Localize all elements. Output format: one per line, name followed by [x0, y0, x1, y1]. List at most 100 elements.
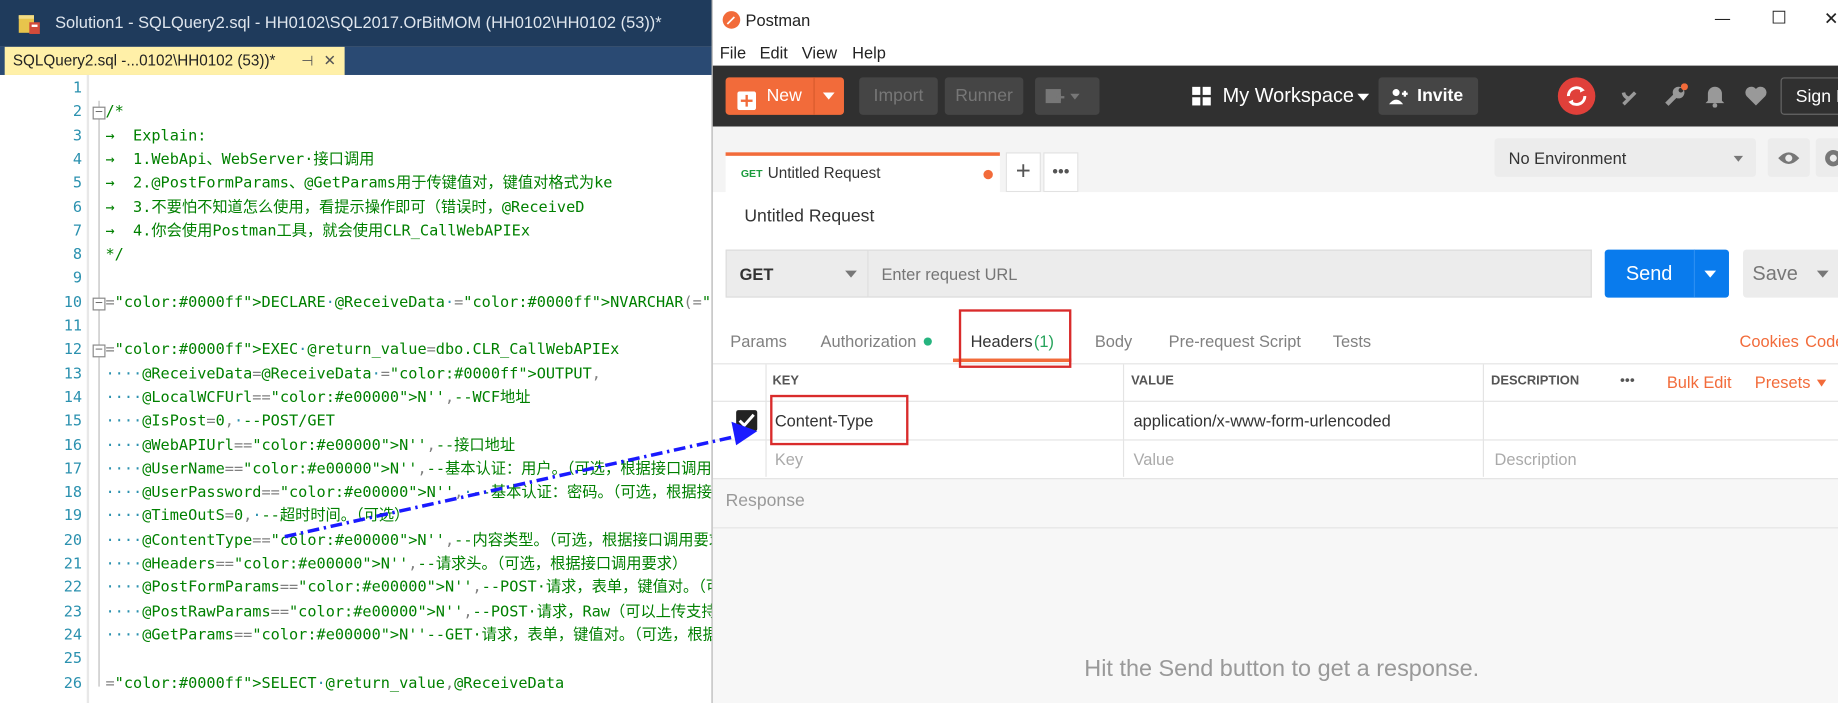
new-window-button[interactable]: [1035, 77, 1100, 115]
environment-settings-button[interactable]: [1815, 138, 1838, 177]
new-description-placeholder[interactable]: Description: [1495, 450, 1577, 469]
code-line[interactable]: 7 → 4.你会使用Postman工具，就会使用CLR_CallWebAPIEx: [0, 220, 712, 243]
code-line[interactable]: 17 ····@UserName=="color:#e00000">N'',--基…: [0, 458, 712, 481]
code-line[interactable]: 10− ="color:#0000ff">DECLARE·@ReceiveData…: [0, 291, 712, 314]
add-tab-button[interactable]: +: [1005, 152, 1041, 193]
request-url-input[interactable]: [868, 249, 1592, 298]
code-line[interactable]: 6 → 3.不要怕不知道怎么使用，看提示操作即可（错误时，@ReceiveD: [0, 196, 712, 219]
code-line[interactable]: 1: [0, 77, 712, 100]
menu-help[interactable]: Help: [852, 43, 886, 62]
new-button[interactable]: New: [725, 77, 844, 115]
code-line[interactable]: 19 ····@TimeOutS=0,·--超时时间。（可选）: [0, 505, 712, 528]
collapse-icon[interactable]: −: [92, 297, 106, 311]
code-line[interactable]: 11: [0, 315, 712, 338]
presets-link[interactable]: Presets: [1755, 373, 1811, 392]
line-number: 20: [63, 531, 83, 550]
code-line[interactable]: 26 ="color:#0000ff">SELECT·@return_value,…: [0, 672, 712, 695]
collapse-icon[interactable]: −: [92, 106, 106, 120]
code-link[interactable]: Code: [1805, 332, 1838, 351]
send-caret-icon[interactable]: [1704, 270, 1717, 278]
bell-icon[interactable]: [1704, 84, 1725, 108]
tab-params[interactable]: Params: [730, 332, 787, 351]
code-line[interactable]: 24 ····@GetParams=="color:#e00000">N''--G…: [0, 624, 712, 647]
menu-view[interactable]: View: [802, 43, 837, 62]
method-select[interactable]: GET: [725, 249, 869, 298]
code-line[interactable]: 9: [0, 268, 712, 291]
line-number: 21: [63, 555, 83, 573]
code-line[interactable]: 21 ····@Headers=="color:#e00000">N'',--请求…: [0, 553, 712, 576]
environment-label: No Environment: [1508, 148, 1627, 168]
presets-caret-icon: [1816, 379, 1827, 387]
code-text: → 1.WebApi、WebServer·接口调用: [105, 151, 375, 169]
code-text: ····@LocalWCFUrl=="color:#e00000">N'',--…: [105, 388, 531, 407]
code-line[interactable]: 8 */: [0, 244, 712, 267]
code-line[interactable]: 4 → 1.WebApi、WebServer·接口调用: [0, 149, 712, 172]
code-line[interactable]: 20 ····@ContentType=="color:#e00000">N'',…: [0, 529, 712, 552]
code-line[interactable]: 12− ="color:#0000ff">EXEC·@return_value=d…: [0, 339, 712, 362]
code-text: ····@PostFormParams=="color:#e00000">N''…: [105, 579, 711, 597]
satellite-icon[interactable]: [1620, 83, 1646, 109]
sync-icon[interactable]: [1557, 77, 1596, 115]
line-number: 5: [72, 174, 83, 193]
ssms-query-tab[interactable]: SQLQuery2.sql -...0102\HH0102 (53))* ⊣ ✕: [4, 46, 345, 75]
tab-body[interactable]: Body: [1095, 332, 1132, 351]
new-key-placeholder[interactable]: Key: [775, 450, 803, 469]
import-button[interactable]: Import: [859, 77, 938, 115]
code-text: ····@GetParams=="color:#e00000">N''--GET…: [105, 626, 711, 645]
save-button[interactable]: Save: [1743, 249, 1838, 298]
table-more-icon[interactable]: •••: [1620, 371, 1635, 387]
code-line[interactable]: 5 → 2.@PostFormParams、@GetParams用于传键值对，键值…: [0, 172, 712, 195]
tab-prerequest-script[interactable]: Pre-request Script: [1169, 332, 1301, 351]
header-enabled-checkbox[interactable]: [736, 410, 758, 432]
menu-edit[interactable]: Edit: [760, 43, 788, 62]
code-line[interactable]: 22 ····@PostFormParams=="color:#e00000">N…: [0, 577, 712, 600]
runner-button[interactable]: Runner: [944, 77, 1024, 115]
eye-icon: [1778, 152, 1800, 165]
close-tab-icon[interactable]: ✕: [324, 47, 337, 75]
code-line[interactable]: 25: [0, 648, 712, 671]
plus-box-icon: [737, 87, 757, 111]
code-line[interactable]: 15 ····@IsPost=0,·--POST/GET: [0, 410, 712, 433]
environment-select[interactable]: No Environment: [1494, 138, 1756, 177]
tab-authorization[interactable]: Authorization: [821, 332, 917, 351]
caret-down-icon[interactable]: [822, 92, 835, 100]
line-number: 13: [63, 365, 83, 383]
send-button[interactable]: Send: [1604, 249, 1729, 298]
code-line[interactable]: 16 ····@WebAPIUrl=="color:#e00000">N'',--…: [0, 434, 712, 457]
tab-more-button[interactable]: •••: [1043, 152, 1079, 193]
tab-tests[interactable]: Tests: [1333, 332, 1371, 351]
heart-icon[interactable]: [1744, 86, 1767, 107]
invite-label: Invite: [1417, 85, 1464, 106]
code-text: → 3.不要怕不知道怎么使用，看提示操作即可（错误时，@ReceiveD: [105, 198, 585, 217]
sign-in-button[interactable]: Sign In: [1780, 77, 1838, 115]
save-caret-icon[interactable]: [1816, 270, 1829, 278]
workspace-selector[interactable]: My Workspace: [1190, 77, 1370, 114]
code-text: ····@ContentType=="color:#e00000">N'',--…: [105, 531, 712, 550]
close-window-icon[interactable]: ✕: [1824, 8, 1838, 29]
line-number: 15: [63, 412, 83, 431]
header-value-cell[interactable]: application/x-www-form-urlencoded: [1134, 411, 1391, 430]
bulk-edit-link[interactable]: Bulk Edit: [1667, 373, 1732, 392]
pin-icon[interactable]: ⊣: [301, 47, 313, 75]
code-line[interactable]: 14 ····@LocalWCFUrl=="color:#e00000">N'',…: [0, 387, 712, 410]
code-line[interactable]: 13 ····@ReceiveData=@ReceiveData·="color:…: [0, 363, 712, 386]
minimize-icon[interactable]: —: [1715, 9, 1730, 27]
postman-window-title: Postman: [745, 10, 811, 30]
code-text: → Explain:: [105, 127, 207, 145]
code-line[interactable]: 3 → Explain:: [0, 125, 712, 148]
new-value-placeholder[interactable]: Value: [1134, 450, 1175, 469]
wrench-icon[interactable]: [1662, 83, 1688, 109]
environment-quicklook-button[interactable]: [1767, 138, 1810, 177]
request-tab[interactable]: GET Untitled Request: [725, 152, 1000, 193]
line-number: 18: [63, 484, 83, 502]
menu-file[interactable]: File: [720, 43, 746, 62]
maximize-icon[interactable]: ☐: [1771, 7, 1787, 28]
cookies-link[interactable]: Cookies: [1740, 332, 1799, 351]
invite-button[interactable]: Invite: [1378, 77, 1479, 115]
collapse-icon[interactable]: −: [92, 344, 106, 358]
code-line[interactable]: 2−/*: [0, 101, 712, 124]
response-divider: [712, 527, 1838, 529]
code-line[interactable]: 18 ····@UserPassword=="color:#e00000">N''…: [0, 482, 712, 505]
code-text: ····@IsPost=0,·--POST/GET: [105, 412, 335, 431]
code-line[interactable]: 23 ····@PostRawParams=="color:#e00000">N'…: [0, 601, 712, 624]
